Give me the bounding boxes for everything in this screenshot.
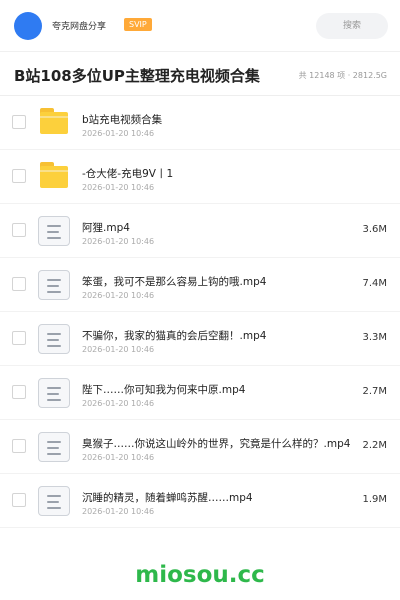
file-name[interactable]: 陛下……你可知我为何来中原.mp4: [82, 382, 364, 397]
file-size: 3.6M: [362, 224, 387, 235]
avatar[interactable]: [14, 12, 42, 40]
watermark-brand: miosou.cc: [135, 562, 265, 588]
file-icon: [38, 270, 70, 300]
file-date: 2026-01-20 10:46: [82, 129, 155, 138]
folder-icon: [38, 108, 70, 138]
file-icon: [38, 486, 70, 516]
file-size: 2.7M: [362, 386, 387, 397]
file-icon: [38, 378, 70, 408]
svip-badge: SVIP: [124, 18, 152, 31]
row-checkbox[interactable]: [12, 493, 26, 507]
file-date: 2026-01-20 10:46: [82, 237, 155, 246]
file-row[interactable]: 阿狸.mp4 2026-01-20 10:46 3.6M: [0, 204, 400, 258]
file-name[interactable]: 沉睡的精灵，随着蝉鸣苏醒……mp4: [82, 490, 364, 505]
file-size: 7.4M: [362, 278, 387, 289]
file-row[interactable]: 沉睡的精灵，随着蝉鸣苏醒……mp4 2026-01-20 10:46 1.9M: [0, 474, 400, 528]
share-title-bar: B站108多位UP主整理充电视频合集 共 12148 项 · 2812.5G: [0, 52, 400, 96]
file-name[interactable]: 笨蛋，我可不是那么容易上钩的哦.mp4: [82, 274, 364, 289]
row-checkbox[interactable]: [12, 115, 26, 129]
row-checkbox[interactable]: [12, 277, 26, 291]
file-name[interactable]: 阿狸.mp4: [82, 220, 364, 235]
file-row[interactable]: 不骗你，我家的猫真的会后空翻！.mp4 2026-01-20 10:46 3.3M: [0, 312, 400, 366]
file-name[interactable]: 臭猴子……你说这山岭外的世界，究竟是什么样的？.mp4: [82, 436, 364, 451]
file-size: 3.3M: [362, 332, 387, 343]
file-row[interactable]: -仓大佬-充电9V丨1 2026-01-20 10:46: [0, 150, 400, 204]
row-checkbox[interactable]: [12, 169, 26, 183]
row-checkbox[interactable]: [12, 439, 26, 453]
file-date: 2026-01-20 10:46: [82, 183, 155, 192]
file-name[interactable]: 不骗你，我家的猫真的会后空翻！.mp4: [82, 328, 364, 343]
file-icon: [38, 432, 70, 462]
file-date: 2026-01-20 10:46: [82, 453, 155, 462]
file-icon: [38, 324, 70, 354]
file-row[interactable]: 陛下……你可知我为何来中原.mp4 2026-01-20 10:46 2.7M: [0, 366, 400, 420]
file-date: 2026-01-20 10:46: [82, 345, 155, 354]
file-name[interactable]: b站充电视频合集: [82, 112, 364, 127]
sharer-name[interactable]: 夸克网盘分享: [52, 19, 106, 32]
file-date: 2026-01-20 10:46: [82, 399, 155, 408]
file-size: 1.9M: [362, 494, 387, 505]
top-bar: 夸克网盘分享 SVIP 搜索: [0, 0, 400, 52]
file-size: 2.2M: [362, 440, 387, 451]
row-checkbox[interactable]: [12, 385, 26, 399]
file-row[interactable]: 臭猴子……你说这山岭外的世界，究竟是什么样的？.mp4 2026-01-20 10…: [0, 420, 400, 474]
search-input[interactable]: 搜索: [316, 13, 388, 39]
file-icon: [38, 216, 70, 246]
row-checkbox[interactable]: [12, 331, 26, 345]
row-checkbox[interactable]: [12, 223, 26, 237]
file-row[interactable]: 笨蛋，我可不是那么容易上钩的哦.mp4 2026-01-20 10:46 7.4M: [0, 258, 400, 312]
file-date: 2026-01-20 10:46: [82, 291, 155, 300]
page-title: B站108多位UP主整理充电视频合集: [14, 67, 260, 85]
file-row[interactable]: b站充电视频合集 2026-01-20 10:46: [0, 96, 400, 150]
file-list: b站充电视频合集 2026-01-20 10:46 -仓大佬-充电9V丨1 2026-…: [0, 96, 400, 528]
file-name[interactable]: -仓大佬-充电9V丨1: [82, 166, 364, 181]
file-date: 2026-01-20 10:46: [82, 507, 155, 516]
folder-icon: [38, 162, 70, 192]
share-summary: 共 12148 项 · 2812.5G: [298, 71, 387, 80]
